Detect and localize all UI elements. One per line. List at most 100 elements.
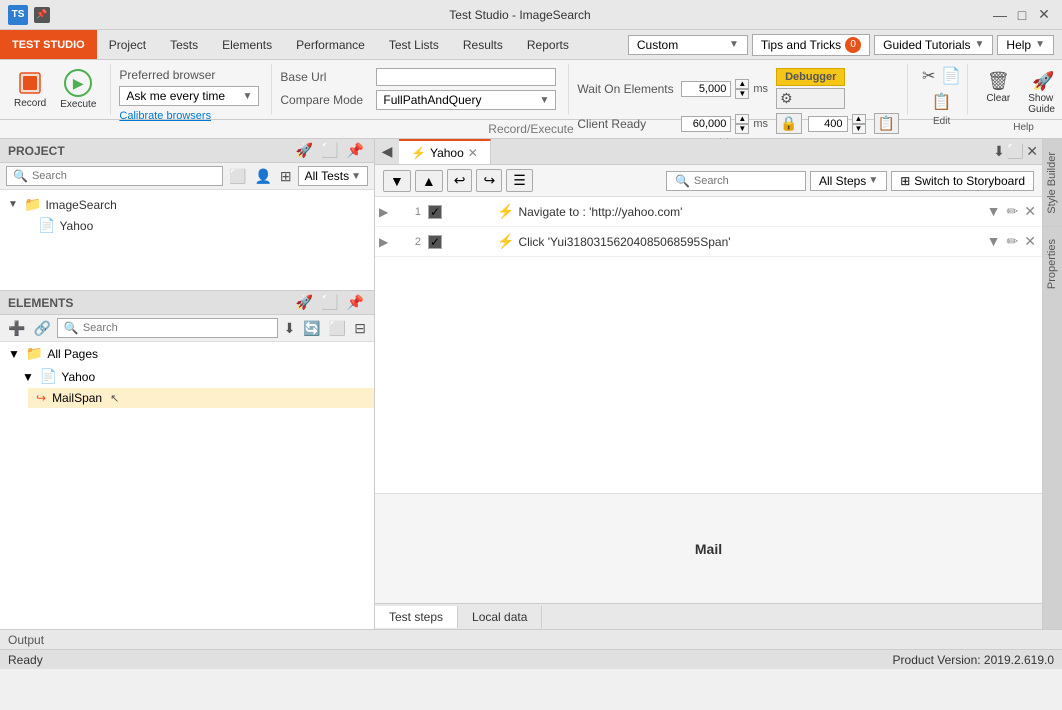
client-extra-up[interactable]: ▲: [852, 114, 866, 124]
show-guide-button[interactable]: 🚀 Show Guide: [1020, 68, 1062, 118]
project-pin-icon[interactable]: 📌: [345, 142, 366, 159]
project-search-box[interactable]: 🔍: [6, 166, 223, 186]
wait-stepper[interactable]: ▲ ▼: [735, 79, 749, 99]
el-item-allpages[interactable]: ▼ 📁 All Pages: [0, 342, 374, 365]
el-toggle-allpages[interactable]: ▼: [8, 347, 20, 361]
custom-dropdown[interactable]: Custom ▼: [628, 35, 748, 55]
debugger-gear-button[interactable]: ⚙: [776, 88, 845, 109]
tree-toggle-imagesearch[interactable]: ▼: [8, 199, 20, 210]
sidebar-tab-properties[interactable]: Properties: [1043, 226, 1062, 301]
step-1-expand[interactable]: ▶: [379, 205, 393, 219]
panel-expand-icon[interactable]: ⬜: [1007, 143, 1024, 160]
minimize-button[interactable]: —: [990, 5, 1010, 25]
all-steps-button[interactable]: All Steps ▼: [810, 171, 887, 191]
client-ready-input[interactable]: [681, 116, 731, 132]
copy-icon[interactable]: 📋: [874, 113, 899, 134]
step-arrow-down-btn[interactable]: ▼: [383, 170, 411, 192]
browser-select[interactable]: Ask me every time ▼: [119, 86, 259, 106]
tab-yahoo[interactable]: ⚡ Yahoo ✕: [399, 139, 491, 164]
el-toggle-yahoo[interactable]: ▼: [22, 370, 34, 384]
menu-performance[interactable]: Performance: [284, 30, 377, 59]
step-1-checkbox[interactable]: ✓: [428, 205, 442, 219]
step-1-delete-btn[interactable]: ✕: [1022, 203, 1038, 220]
menu-project[interactable]: Project: [97, 30, 158, 59]
compare-mode-select[interactable]: FullPathAndQuery ▼: [376, 90, 556, 110]
step-search-box[interactable]: 🔍: [666, 171, 806, 191]
step-2-edit-btn[interactable]: ✏: [1005, 233, 1021, 250]
all-tests-button[interactable]: All Tests ▼: [298, 166, 368, 186]
close-button[interactable]: ✕: [1034, 5, 1054, 25]
client-extra-stepper[interactable]: ▲ ▼: [852, 114, 866, 134]
panel-collapse-icon[interactable]: ⬇: [993, 143, 1005, 160]
elements-search-box[interactable]: 🔍: [57, 318, 278, 338]
menu-results[interactable]: Results: [451, 30, 515, 59]
wait-down-btn[interactable]: ▼: [735, 89, 749, 99]
switch-to-storyboard-button[interactable]: ⊞ Switch to Storyboard: [891, 171, 1034, 191]
project-rocket-icon[interactable]: 🚀: [294, 142, 315, 159]
debugger-button[interactable]: Debugger: [776, 68, 845, 86]
clear-button[interactable]: 🗑 Clear: [980, 68, 1016, 118]
step-1-check[interactable]: ✓: [425, 205, 445, 219]
base-url-input[interactable]: [376, 68, 556, 86]
step-1-collapse-btn[interactable]: ▼: [985, 203, 1003, 220]
tab-back-button[interactable]: ◀: [375, 139, 399, 164]
step-2-delete-btn[interactable]: ✕: [1022, 233, 1038, 250]
menu-tests[interactable]: Tests: [158, 30, 210, 59]
copy-doc-icon[interactable]: 📄: [939, 64, 963, 88]
elements-rocket-icon[interactable]: 🚀: [294, 294, 315, 311]
el-item-yahoo-page[interactable]: ▼ 📄 Yahoo: [14, 365, 374, 388]
step-menu-btn[interactable]: ☰: [506, 169, 533, 192]
elements-add-icon[interactable]: ➕: [6, 320, 27, 337]
record-button[interactable]: Record: [8, 66, 52, 113]
tree-item-imagesearch[interactable]: ▼ 📁 ImageSearch: [0, 194, 374, 215]
client-ready-up-btn[interactable]: ▲: [735, 114, 749, 124]
panel-close-icon[interactable]: ✕: [1026, 143, 1038, 160]
client-ready-down-btn[interactable]: ▼: [735, 124, 749, 134]
tree-item-yahoo[interactable]: 📄 Yahoo: [14, 215, 374, 236]
step-redo-btn[interactable]: ↪: [476, 169, 502, 192]
elements-expand2-icon[interactable]: ⊟: [352, 320, 368, 337]
bottom-tab-local-data[interactable]: Local data: [458, 606, 542, 628]
elements-search-input[interactable]: [83, 322, 271, 334]
step-undo-btn[interactable]: ↩: [447, 169, 473, 192]
project-expand-icon[interactable]: ⬜: [319, 142, 340, 159]
project-user-icon[interactable]: 👤: [252, 168, 273, 185]
wait-up-btn[interactable]: ▲: [735, 79, 749, 89]
scissors-icon[interactable]: ✂: [920, 64, 937, 88]
menu-reports[interactable]: Reports: [515, 30, 581, 59]
elements-highlight-icon[interactable]: ⬜: [327, 320, 348, 337]
step-2-expand[interactable]: ▶: [379, 235, 393, 249]
project-search-input[interactable]: [32, 170, 216, 182]
step-2-collapse-btn[interactable]: ▼: [985, 233, 1003, 250]
execute-button[interactable]: ▶ Execute: [54, 65, 102, 114]
menu-elements[interactable]: Elements: [210, 30, 284, 59]
menu-test-lists[interactable]: Test Lists: [377, 30, 451, 59]
elements-expand-icon[interactable]: ⬜: [319, 294, 340, 311]
wait-on-elements-input[interactable]: [681, 81, 731, 97]
tab-close-yahoo[interactable]: ✕: [468, 146, 478, 160]
maximize-button[interactable]: □: [1012, 5, 1032, 25]
steps-search-input[interactable]: [694, 175, 794, 187]
el-item-mailspan[interactable]: ↪ MailSpan ↖: [28, 388, 374, 408]
elements-pin-icon[interactable]: 📌: [345, 294, 366, 311]
elements-sort-icon[interactable]: ⬇: [282, 320, 298, 337]
elements-link-icon[interactable]: 🔗: [31, 320, 52, 337]
bottom-tab-test-steps[interactable]: Test steps: [375, 606, 458, 628]
client-extra-down[interactable]: ▼: [852, 124, 866, 134]
elements-refresh-icon[interactable]: 🔄: [301, 320, 322, 337]
step-2-check[interactable]: ✓: [425, 235, 445, 249]
step-1-edit-btn[interactable]: ✏: [1005, 203, 1021, 220]
step-2-checkbox[interactable]: ✓: [428, 235, 442, 249]
sidebar-tab-style-builder[interactable]: Style Builder: [1043, 139, 1062, 226]
guided-tutorials-button[interactable]: Guided Tutorials ▼: [874, 35, 993, 55]
paste-icon[interactable]: 📋: [930, 90, 954, 114]
client-extra-input[interactable]: [808, 116, 848, 132]
lock-icon[interactable]: 🔒: [776, 113, 801, 134]
project-add-icon[interactable]: ⬜: [227, 168, 248, 185]
help-button[interactable]: Help ▼: [997, 35, 1054, 55]
project-sort-icon[interactable]: ⊞: [278, 168, 294, 185]
tips-and-tricks-button[interactable]: Tips and Tricks 0: [752, 34, 870, 56]
step-arrow-up-btn[interactable]: ▲: [415, 170, 443, 192]
client-ready-stepper[interactable]: ▲ ▼: [735, 114, 749, 134]
calibrate-button[interactable]: Calibrate browsers: [119, 110, 211, 122]
